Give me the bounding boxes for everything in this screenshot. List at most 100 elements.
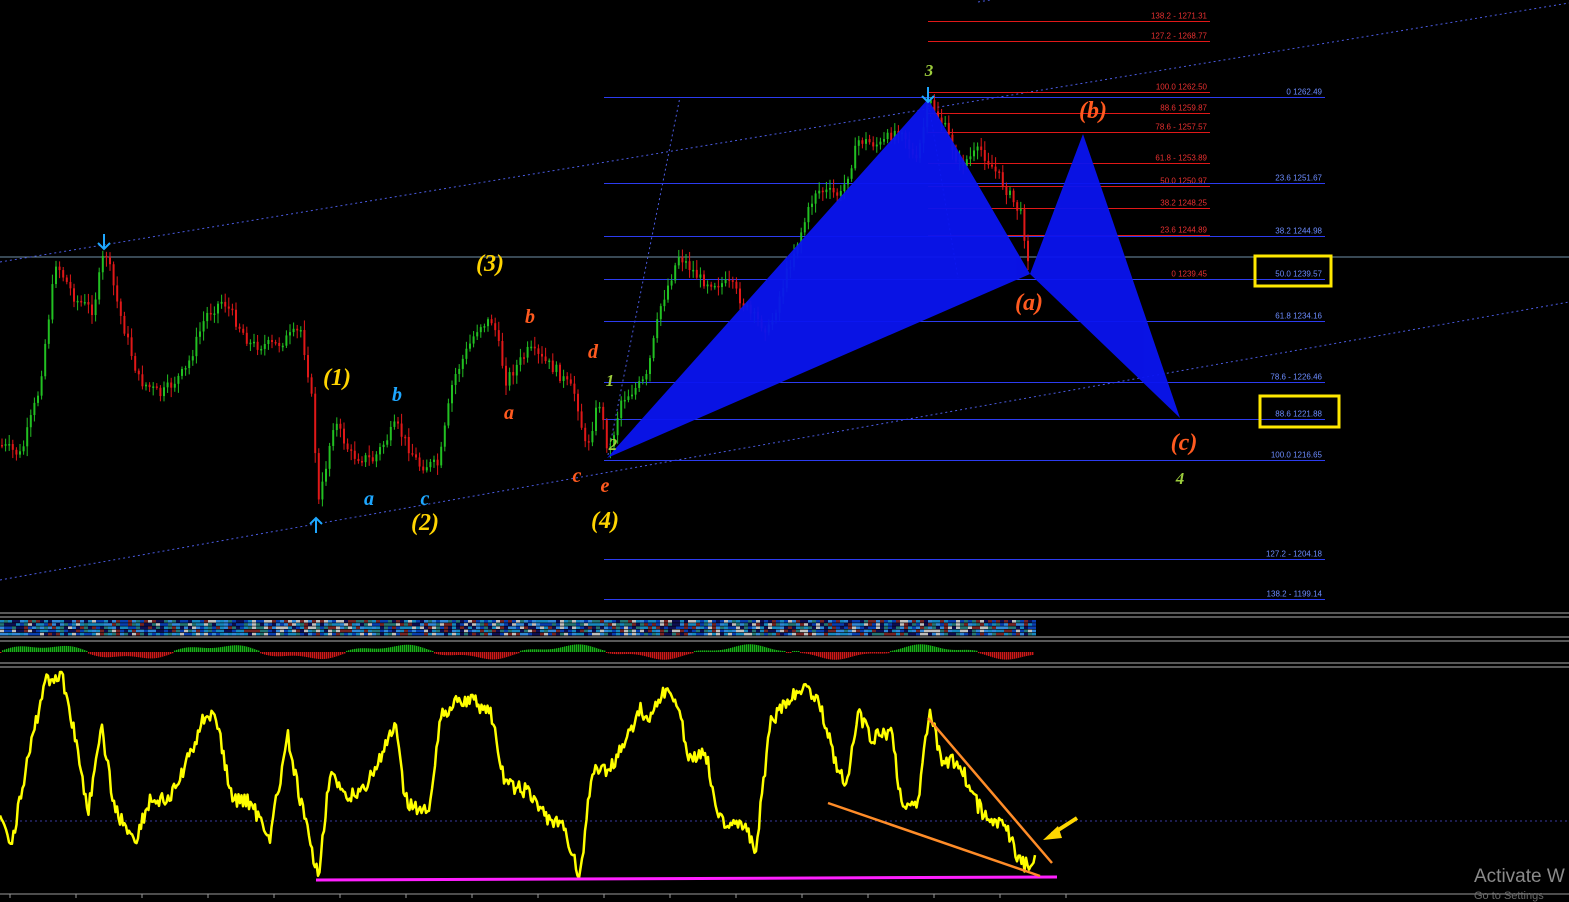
ribbon-cell [496, 620, 500, 623]
ribbon-cell [488, 632, 492, 636]
ribbon-cell [44, 623, 48, 626]
ribbon-cell [608, 629, 612, 633]
ribbon-cell [84, 626, 88, 629]
ribbon-cell [916, 632, 920, 636]
ribbon-cell [236, 626, 240, 629]
histogram-bar [384, 648, 386, 652]
ribbon-cell [368, 626, 372, 629]
histogram-bar [280, 652, 282, 657]
ribbon-cell [788, 623, 792, 626]
ribbon-cell [984, 620, 988, 623]
ribbon-cell [564, 626, 568, 629]
ribbon-cell [828, 629, 832, 633]
histogram-bar [0, 652, 2, 653]
ribbon-cell [384, 632, 388, 636]
ribbon-cell [892, 632, 896, 636]
histogram-bar [604, 650, 606, 652]
candle-body [454, 374, 457, 386]
ribbon-cell [140, 623, 144, 626]
candle-body [1019, 209, 1022, 211]
ribbon-cell [332, 629, 336, 633]
ribbon-cell [844, 629, 848, 633]
ribbon-cell [16, 632, 20, 636]
ribbon-cell [16, 620, 20, 623]
ribbon-cell [752, 623, 756, 626]
ribbon-cell [580, 623, 584, 626]
ribbon-cell [820, 620, 824, 623]
histogram-bar [200, 647, 202, 652]
ribbon-cell [672, 626, 676, 629]
histogram-bar [80, 648, 82, 652]
ribbon-cell [440, 629, 444, 633]
candle-body [163, 387, 165, 397]
ribbon-cell [0, 623, 4, 626]
ribbon-cell [956, 623, 960, 626]
histogram-bar [652, 652, 654, 659]
candle-body [548, 360, 551, 363]
ribbon-cell [984, 632, 988, 636]
histogram-bar [684, 652, 686, 656]
ribbon-cell [416, 629, 420, 633]
ribbon-cell [12, 620, 16, 623]
ribbon-cell [308, 620, 312, 623]
ribbon-cell [176, 629, 180, 633]
ribbon-cell [696, 626, 700, 629]
ribbon-cell [892, 620, 896, 623]
ribbon-cell [796, 620, 800, 623]
ribbon-cell [532, 626, 536, 629]
ribbon-cell [296, 620, 300, 623]
ribbon-cell [312, 623, 316, 626]
histogram-bar [574, 644, 576, 652]
histogram-bar [654, 652, 656, 659]
ribbon-cell [700, 620, 704, 623]
histogram-bar [204, 647, 206, 652]
ribbon-cell [376, 623, 380, 626]
candle-body [472, 336, 475, 344]
histogram-bar [40, 647, 42, 652]
histogram-bar [618, 652, 620, 655]
ribbon-cell [296, 626, 300, 629]
ribbon-cell [864, 629, 868, 633]
candle-body [598, 406, 601, 409]
ribbon-cell [652, 632, 656, 636]
ribbon-cell [376, 632, 380, 636]
ribbon-cell [896, 620, 900, 623]
candle-body [494, 323, 497, 331]
ribbon-cell [800, 626, 804, 629]
ribbon-cell [232, 626, 236, 629]
ribbon-cell [36, 632, 40, 636]
ribbon-cell [816, 629, 820, 633]
ribbon-cell [772, 620, 776, 623]
ribbon-cell [496, 623, 500, 626]
candle-body [112, 264, 115, 286]
ribbon-cell [240, 629, 244, 633]
histogram-bar [132, 652, 134, 657]
candle-body [461, 358, 464, 369]
ribbon-cell [1032, 623, 1036, 626]
histogram-bar [552, 648, 554, 652]
ribbon-cell [820, 632, 824, 636]
fib-red-label: 88.6 1259.87 [1160, 104, 1207, 113]
histogram-bar [972, 650, 974, 652]
histogram-bar [154, 652, 156, 659]
ribbon-cell [264, 620, 268, 623]
histogram-bar [576, 644, 578, 652]
ribbon-cell [828, 626, 832, 629]
histogram-bar [256, 649, 258, 652]
ribbon-cell [200, 620, 204, 623]
candle-body [343, 428, 345, 444]
ribbon-cell [824, 620, 828, 623]
wave-label: a [364, 488, 374, 510]
ribbon-cell [120, 629, 124, 633]
histogram-bar [150, 652, 152, 659]
ribbon-cell [1004, 620, 1008, 623]
ribbon-cell [1024, 623, 1028, 626]
histogram-bar [558, 647, 560, 652]
wave-label: (1) [323, 365, 351, 391]
ribbon-cell [804, 632, 808, 636]
ribbon-cell [80, 632, 84, 636]
ribbon-cell [740, 632, 744, 636]
ribbon-cell [732, 632, 736, 636]
ribbon-cell [820, 626, 824, 629]
candle-body [422, 466, 425, 471]
